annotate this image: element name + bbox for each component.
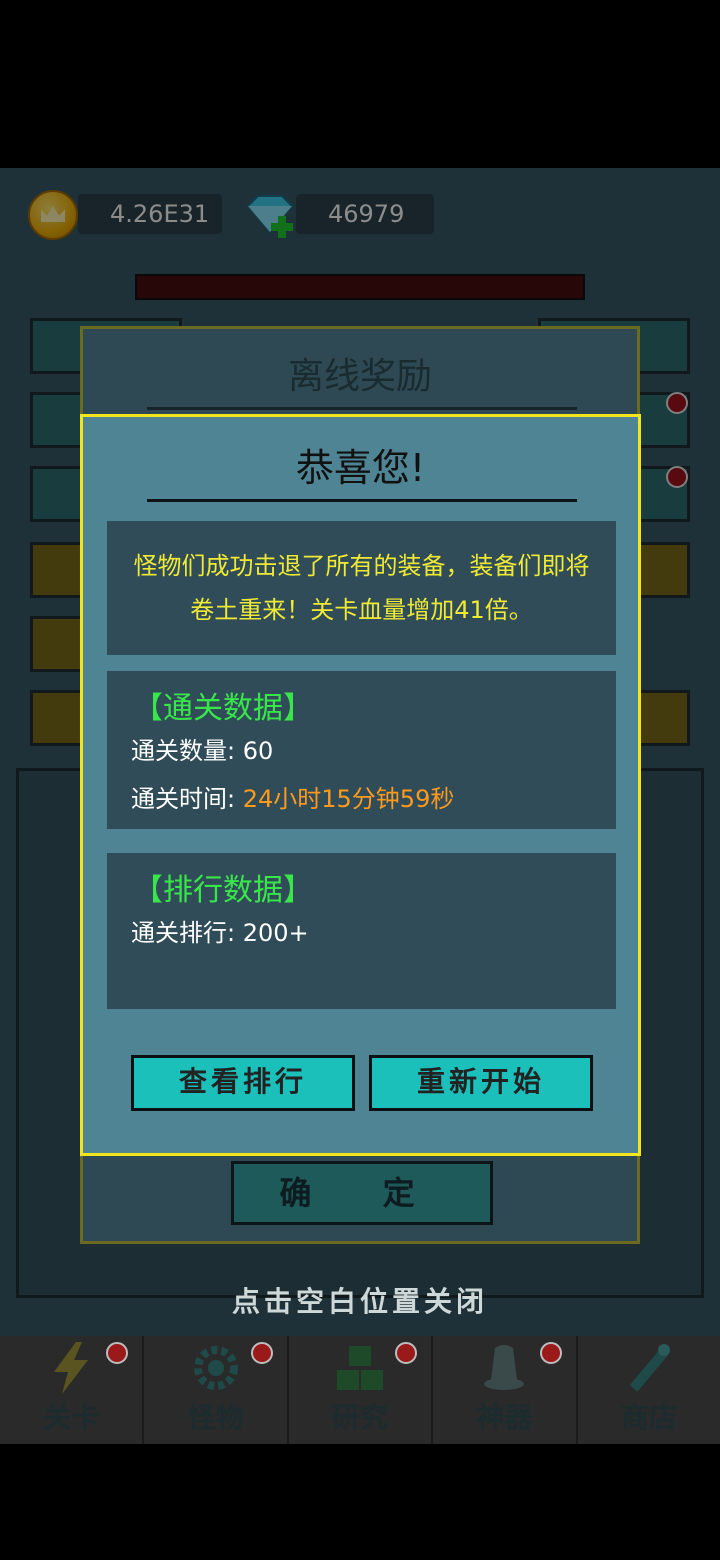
message-line: 怪物们成功击退了所有的装备，装备们即将: [133, 552, 590, 580]
message-line: 卷土重来！关卡血量增加41倍。: [190, 596, 533, 624]
title-divider: [147, 499, 577, 502]
nav-label: 商店: [620, 1401, 677, 1434]
clear-stats-panel: 【通关数据】 通关数量: 60 通关时间: 24小时15分钟59秒: [107, 671, 616, 829]
congrats-dialog: 恭喜您! 怪物们成功击退了所有的装备，装备们即将 卷土重来！关卡血量增加41倍。…: [80, 414, 641, 1156]
notify-dot: [106, 1342, 129, 1364]
nav-item-monster[interactable]: 怪物: [144, 1336, 289, 1444]
nav-item-research[interactable]: 研究: [289, 1336, 434, 1444]
clear-time-row: 通关时间: 24小时15分钟59秒: [131, 779, 454, 814]
notify-dot: [395, 1342, 418, 1364]
notify-dot: [250, 1342, 273, 1364]
rank-stats-title: 【排行数据】: [133, 873, 313, 908]
clear-time-label: 通关时间:: [131, 785, 243, 813]
clear-count-value: 60: [242, 737, 274, 765]
nav-label: 研究: [332, 1401, 389, 1434]
screen: 4.26E31 46979 离线奖励 确 定 点击空白位置关闭 恭喜您! 怪物们…: [0, 0, 720, 1560]
clear-stats-title: 【通关数据】: [133, 691, 313, 726]
nav-label: 怪物: [187, 1401, 244, 1434]
rank-stats-panel: 【排行数据】 通关排行: 200+: [107, 853, 616, 1009]
notify-dot: [539, 1342, 562, 1364]
bell-icon: [484, 1345, 525, 1390]
title-divider: [147, 407, 577, 410]
gear-icon: [193, 1346, 238, 1390]
nav-item-artifact[interactable]: 神器: [433, 1336, 578, 1444]
close-hint: 点击空白位置关闭: [231, 1285, 488, 1318]
offline-reward-title: 离线奖励: [287, 356, 432, 397]
bottom-nav: 关卡 怪物 研究 神器 商店: [0, 1336, 720, 1444]
clear-count-row: 通关数量: 60: [131, 731, 273, 766]
nav-label: 神器: [476, 1401, 533, 1434]
view-rank-button[interactable]: 查看排行: [131, 1055, 355, 1111]
rank-row: 通关排行: 200+: [131, 913, 309, 948]
confirm-button[interactable]: 确 定: [231, 1161, 493, 1225]
game-area[interactable]: 4.26E31 46979 离线奖励 确 定 点击空白位置关闭 恭喜您! 怪物们…: [0, 168, 720, 1444]
wand-icon: [629, 1344, 670, 1392]
clear-time-value: 24小时15分钟59秒: [242, 785, 455, 813]
lightning-icon: [54, 1342, 89, 1394]
rank-value: 200+: [242, 919, 309, 947]
congrats-title: 恭喜您!: [295, 446, 426, 490]
rank-label: 通关排行:: [131, 919, 243, 947]
restart-button[interactable]: 重新开始: [369, 1055, 593, 1111]
clear-count-label: 通关数量:: [131, 737, 243, 765]
nav-label: 关卡: [43, 1401, 100, 1434]
nav-item-shop[interactable]: 商店: [578, 1336, 720, 1444]
message-panel: 怪物们成功击退了所有的装备，装备们即将 卷土重来！关卡血量增加41倍。: [107, 521, 616, 655]
cubes-icon: [337, 1346, 384, 1390]
nav-item-stage[interactable]: 关卡: [0, 1336, 145, 1444]
